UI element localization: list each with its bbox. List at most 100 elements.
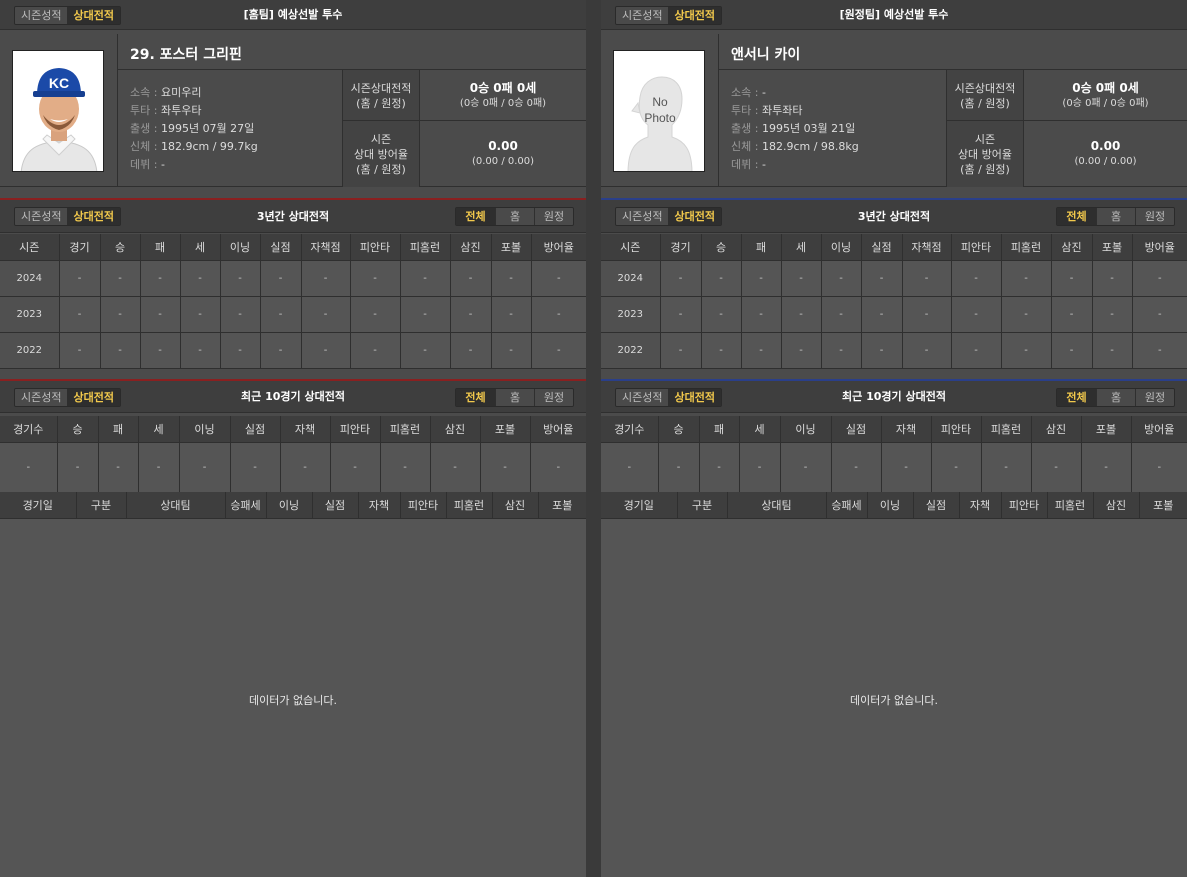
home-recent-vs-tab[interactable]: 상대전적	[67, 389, 120, 406]
gamelog-header-5: 실점	[913, 492, 960, 519]
recent-header-0: 경기수	[601, 416, 659, 443]
stat-cell: -	[450, 332, 492, 369]
stat-cell: -	[400, 260, 451, 297]
home-3yr-filter-all[interactable]: 전체	[456, 208, 495, 225]
away-recent-filter-all[interactable]: 전체	[1057, 389, 1096, 406]
home-recent-summary-row: ------------	[0, 442, 586, 493]
stat-cell: -	[821, 260, 862, 297]
stat-cell: -	[660, 332, 702, 369]
stat-cell: -	[220, 332, 261, 369]
stat-cell: -	[260, 260, 302, 297]
home-recent-toggle: 시즌성적 상대전적	[14, 388, 121, 407]
table-row: 2024- - - - - - - - - - - -	[601, 260, 1187, 297]
away-recent-vs-tab[interactable]: 상대전적	[668, 389, 721, 406]
recent-stat-cell: -	[380, 442, 431, 493]
away-3yr-filter-home[interactable]: 홈	[1096, 208, 1135, 225]
stat-cell: -	[861, 296, 903, 333]
3yr-header-8: 피안타	[350, 234, 401, 261]
home-recent-filter-home[interactable]: 홈	[495, 389, 534, 406]
recent-header-2: 패	[98, 416, 139, 443]
home-recent-filter-away[interactable]: 원정	[534, 389, 573, 406]
away-recent-season-tab[interactable]: 시즌성적	[616, 389, 669, 406]
recent-stat-cell: -	[739, 442, 781, 493]
home-3yr-vs-tab[interactable]: 상대전적	[67, 208, 120, 225]
home-info-team: 소속 : 요미우리	[130, 86, 202, 99]
home-3yr-header-row: 시즌 경기 승 패 세 이닝 실점 자책점 피안타 피홈런 삼진 포볼 방어율	[0, 234, 586, 261]
away-3yr-header: 시즌성적 상대전적 3년간 상대전적 전체 홈 원정	[601, 198, 1187, 233]
recent-header-0: 경기수	[0, 416, 58, 443]
recent-stat-cell: -	[98, 442, 139, 493]
stat-cell: -	[59, 296, 101, 333]
3yr-header-7: 자책점	[301, 234, 351, 261]
recent-stat-cell: -	[138, 442, 180, 493]
gamelog-header-1: 구분	[76, 492, 127, 519]
away-3yr-toggle: 시즌성적 상대전적	[615, 207, 722, 226]
recent-header-6: 자책	[881, 416, 932, 443]
home-player-info: 소속 : 요미우리 투타 : 좌투우타 출생 : 1995년 07월 27일 신…	[130, 84, 258, 174]
home-3yr-filter-home[interactable]: 홈	[495, 208, 534, 225]
home-view-toggle: 시즌성적 상대전적	[14, 6, 121, 25]
recent-stat-cell: -	[0, 442, 58, 493]
home-info-birth: 출생 : 1995년 07월 27일	[130, 122, 255, 135]
stat-cell: -	[781, 296, 822, 333]
3yr-header-1: 경기	[660, 234, 702, 261]
home-recent-season-tab[interactable]: 시즌성적	[15, 389, 68, 406]
recent-stat-cell: -	[179, 442, 231, 493]
away-3yr-filter-away[interactable]: 원정	[1135, 208, 1174, 225]
stat-cell: -	[821, 332, 862, 369]
away-3yr-season-tab[interactable]: 시즌성적	[616, 208, 669, 225]
stat-cell: -	[100, 332, 141, 369]
home-vs-record-tab[interactable]: 상대전적	[67, 7, 120, 24]
away-player-photo: No Photo	[613, 50, 705, 172]
svg-text:KC: KC	[49, 75, 69, 91]
home-recent-summary-table: 경기수 승 패 세 이닝 실점 자책 피안타 피홈런 삼진 포볼 방어율 ------------	[0, 416, 586, 493]
away-player-name: 앤서니 카이	[731, 47, 801, 63]
stat-cell: -	[531, 296, 586, 333]
home-season-stats-tab[interactable]: 시즌성적	[15, 7, 68, 24]
stat-cell: -	[140, 332, 181, 369]
3yr-header-6: 실점	[260, 234, 302, 261]
home-3yr-filter-away[interactable]: 원정	[534, 208, 573, 225]
home-info-throw-bat: 투타 : 좌투우타	[130, 104, 202, 117]
3yr-header-11: 포볼	[491, 234, 532, 261]
stat-cell: -	[450, 296, 492, 333]
recent-header-11: 방어율	[1131, 416, 1187, 443]
recent-header-4: 이닝	[179, 416, 231, 443]
home-recent-header: 시즌성적 상대전적 최근 10경기 상대전적 전체 홈 원정	[0, 379, 586, 413]
recent-header-1: 승	[658, 416, 700, 443]
home-3yr-header: 시즌성적 상대전적 3년간 상대전적 전체 홈 원정	[0, 198, 586, 233]
recent-header-9: 삼진	[1031, 416, 1082, 443]
recent-stat-cell: -	[530, 442, 586, 493]
recent-header-3: 세	[138, 416, 180, 443]
3yr-header-12: 방어율	[531, 234, 586, 261]
away-vs-record-tab[interactable]: 상대전적	[668, 7, 721, 24]
away-profile: No Photo 앤서니 카이 소속 : - 투타 : 좌투좌타 출생 : 19…	[601, 34, 1187, 187]
no-photo-label-1: No	[652, 95, 668, 109]
home-recent-summary-wrap: 경기수 승 패 세 이닝 실점 자책 피안타 피홈런 삼진 포볼 방어율 ------------	[0, 416, 586, 493]
recent-header-11: 방어율	[530, 416, 586, 443]
away-info-body: 신체 : 182.9cm / 98.8kg	[731, 140, 859, 153]
away-gamelog-table: 경기일 구분 상대팀 승패세 이닝 실점 자책 피안타 피홈런 삼진 포볼	[601, 492, 1187, 519]
away-recent-filter-home[interactable]: 홈	[1096, 389, 1135, 406]
away-recent-summary-table: 경기수 승 패 세 이닝 실점 자책 피안타 피홈런 삼진 포볼 방어율 ------------	[601, 416, 1187, 493]
home-player-name: 29. 포스터 그리핀	[130, 47, 242, 63]
away-recent-filter: 전체 홈 원정	[1056, 388, 1175, 407]
table-row: 2022- - - - - - - - - - - -	[0, 332, 586, 369]
away-3yr-vs-tab[interactable]: 상대전적	[668, 208, 721, 225]
recent-stat-cell: -	[601, 442, 659, 493]
home-vs-record-label: 시즌상대전적 (홈 / 원정)	[342, 70, 420, 121]
recent-stat-cell: -	[780, 442, 832, 493]
gamelog-header-8: 피홈런	[446, 492, 493, 519]
3yr-header-3: 패	[741, 234, 782, 261]
home-recent-filter: 전체 홈 원정	[455, 388, 574, 407]
home-3yr-season-tab[interactable]: 시즌성적	[15, 208, 68, 225]
table-row: 2024- - - - - - - - - - - -	[0, 260, 586, 297]
home-recent-filter-all[interactable]: 전체	[456, 389, 495, 406]
3yr-header-2: 승	[701, 234, 742, 261]
away-3yr-filter-all[interactable]: 전체	[1057, 208, 1096, 225]
season-year-cell: 2023	[0, 296, 60, 333]
away-recent-filter-away[interactable]: 원정	[1135, 389, 1174, 406]
recent-header-10: 포볼	[480, 416, 531, 443]
away-season-stats-tab[interactable]: 시즌성적	[616, 7, 669, 24]
home-player-photo: KC	[12, 50, 104, 172]
